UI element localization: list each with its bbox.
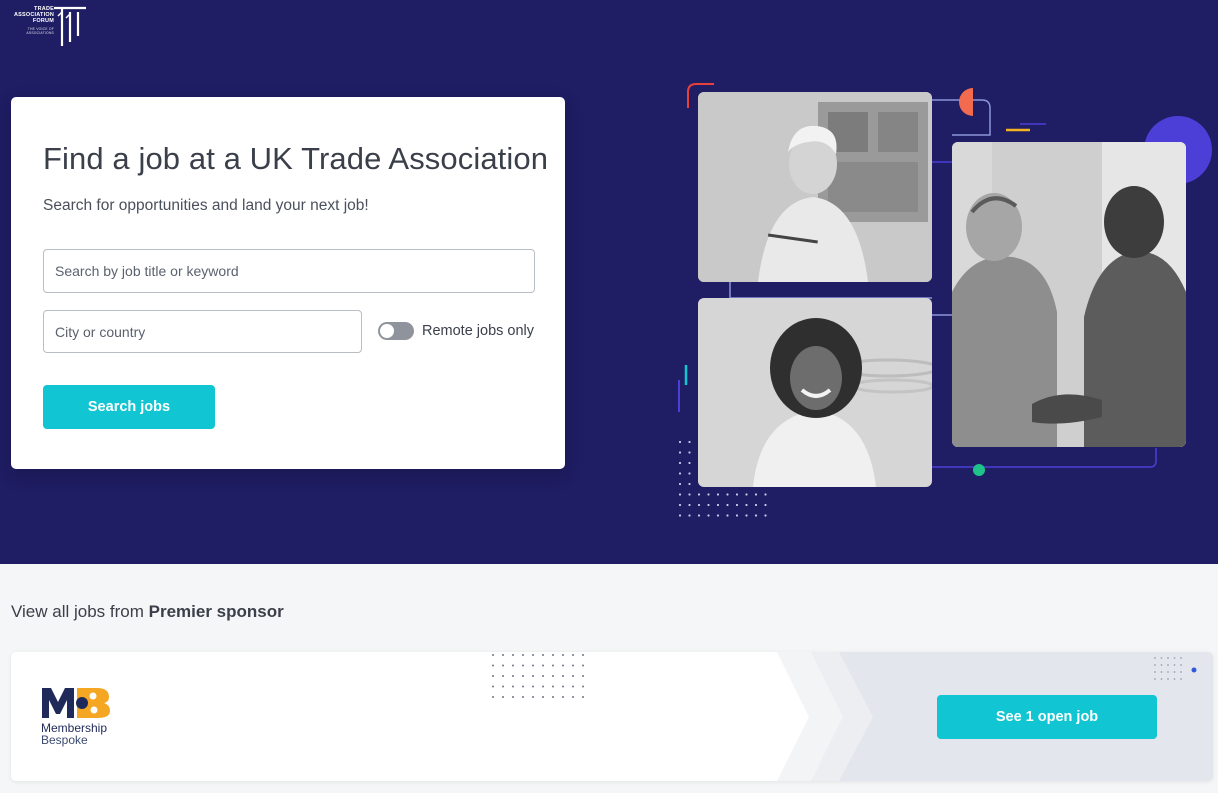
photo-handshake-men xyxy=(952,142,1186,447)
handshake-image xyxy=(952,142,1186,447)
page-title: Find a job at a UK Trade Association xyxy=(43,141,549,176)
search-jobs-button[interactable]: Search jobs xyxy=(43,385,215,429)
membership-bespoke-logo[interactable]: Membership Bespoke xyxy=(41,686,131,750)
portrait-image xyxy=(698,92,932,282)
trade-association-forum-logo[interactable]: TRADE ASSOCIATION FORUM THE VOICE OF ASS… xyxy=(12,6,92,50)
premier-sponsor-card[interactable]: Membership Bespoke See 1 open job xyxy=(11,652,1213,781)
sponsor-heading-prefix: View all jobs from xyxy=(11,602,144,621)
portrait-image xyxy=(698,298,932,487)
sponsor-heading-strong: Premier sponsor xyxy=(148,602,284,621)
location-input[interactable] xyxy=(43,310,362,353)
remote-jobs-toggle[interactable] xyxy=(378,322,414,340)
toggle-knob xyxy=(380,324,394,338)
see-open-jobs-button[interactable]: See 1 open job xyxy=(937,695,1157,739)
remote-jobs-label[interactable]: Remote jobs only xyxy=(422,323,534,339)
page-subtitle: Search for opportunities and land your n… xyxy=(43,197,369,214)
logo-mark-icon xyxy=(54,6,86,46)
mb-logo-mark-icon xyxy=(42,688,110,718)
photo-smiling-woman-office xyxy=(698,298,932,487)
hero-section: TRADE ASSOCIATION FORUM THE VOICE OF ASS… xyxy=(0,0,1218,564)
sponsor-heading: View all jobs from Premier sponsor xyxy=(11,602,284,622)
company-name-line2: Bespoke xyxy=(41,733,88,747)
photo-smiling-businesswoman xyxy=(698,92,932,282)
hero-illustration xyxy=(670,80,1218,525)
job-search-card: Find a job at a UK Trade Association Sea… xyxy=(11,97,565,469)
keyword-search-input[interactable] xyxy=(43,249,535,293)
